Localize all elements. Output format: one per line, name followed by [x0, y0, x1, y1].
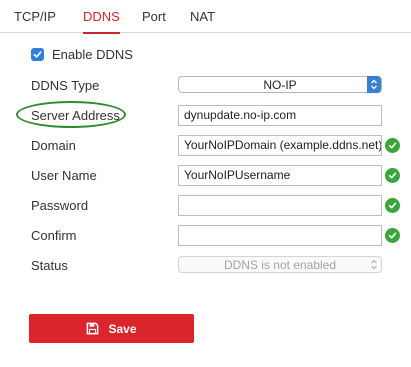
valid-check-icon	[385, 228, 400, 243]
user-name-label: User Name	[31, 168, 97, 183]
tab-port[interactable]: Port	[142, 9, 166, 32]
confirm-input[interactable]	[178, 225, 382, 246]
status-select: DDNS is not enabled	[178, 256, 382, 273]
save-label: Save	[108, 321, 137, 336]
save-button[interactable]: Save	[29, 314, 194, 343]
ddns-type-value: NO-IP	[263, 77, 297, 92]
ddns-type-select[interactable]: NO-IP	[178, 76, 382, 93]
select-arrows-icon	[367, 76, 381, 93]
enable-ddns-row[interactable]: Enable DDNS	[31, 46, 133, 62]
password-input[interactable]	[178, 195, 382, 216]
status-label: Status	[31, 258, 68, 273]
user-name-input[interactable]: YourNoIPUsername	[178, 165, 382, 186]
tab-nat[interactable]: NAT	[190, 9, 215, 32]
domain-input[interactable]: YourNoIPDomain (example.ddns.net)	[178, 135, 382, 156]
domain-label: Domain	[31, 138, 76, 153]
checkbox-checked-icon	[33, 50, 42, 58]
enable-ddns-label: Enable DDNS	[52, 46, 133, 62]
status-value: DDNS is not enabled	[223, 257, 337, 272]
server-address-input[interactable]: dynupdate.no-ip.com	[178, 105, 382, 126]
server-address-label: Server Address	[31, 108, 120, 123]
password-label: Password	[31, 198, 89, 213]
save-disk-icon	[86, 322, 99, 335]
confirm-label: Confirm	[31, 228, 77, 243]
enable-ddns-checkbox[interactable]	[31, 47, 44, 61]
valid-check-icon	[385, 168, 400, 183]
tab-ddns[interactable]: DDNS	[83, 9, 120, 34]
valid-check-icon	[385, 198, 400, 213]
ddns-type-label: DDNS Type	[31, 78, 100, 93]
select-arrows-icon	[367, 256, 381, 273]
tab-tcpip[interactable]: TCP/IP	[14, 9, 56, 32]
tab-bar: TCP/IP DDNS Port NAT	[0, 0, 411, 34]
valid-check-icon	[385, 138, 400, 153]
